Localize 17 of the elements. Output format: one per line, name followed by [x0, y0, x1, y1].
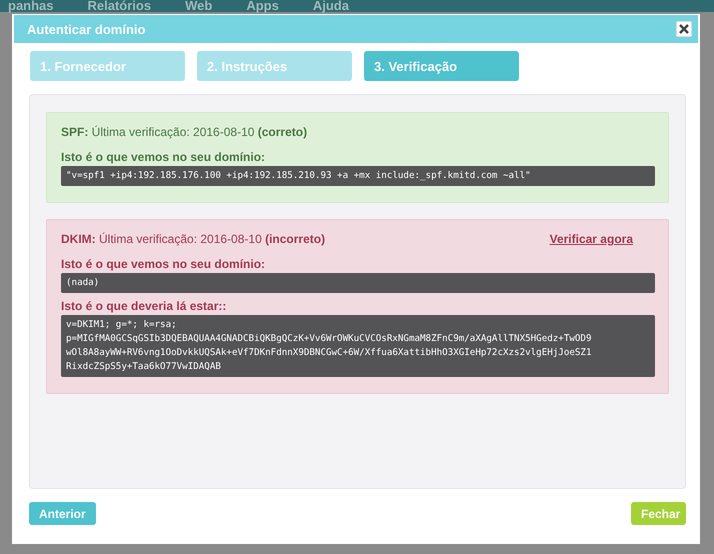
- record-status: SPF: Última verificação: 2016-08-10 (correto): [61, 125, 308, 139]
- verify-link[interactable]: Verificar agora: [550, 232, 633, 246]
- record-label: Isto é o que vemos no seu domínio:: [61, 257, 266, 271]
- close-icon: [679, 24, 689, 34]
- dialog-title: Autenticar domínio: [27, 22, 146, 36]
- code-block: v=DKIM1; g=*; k=rsa; p=MIGfMA0GCSqGSIb3DQEBAQUAA4GNADCBiQKBgQCzK+Vv6WrOWKuCVCOsRxNGmaM8ZFnC9m/aXAgAllTNX5HGedz+TwOD9 wOl8A8ayWW+RV6vng1OoDvkkUQSAk+eVf7DKnFdnnX9DBNCGwC+6W/Xffua6XattibHhO3XGIeHp72cXzs2vlgEHjJoeSZ1 RixdcZSpS5y+Taa6kO77VwIDAQAB: [61, 315, 655, 377]
- back-button[interactable]: Anterior: [29, 502, 96, 525]
- record-label: Isto é o que deveria lá estar::: [61, 299, 228, 313]
- step-tab[interactable]: 2. Instruções: [197, 51, 352, 81]
- close-dialog-button[interactable]: Fechar: [631, 502, 686, 525]
- record-status: DKIM: Última verificação: 2016-08-10 (incorreto): [61, 232, 326, 246]
- step-tab[interactable]: 3. Verificação: [364, 51, 519, 81]
- close-button[interactable]: [676, 21, 692, 37]
- code-block: "v=spf1 +ip4:192.185.176.100 +ip4:192.185.210.93 +a +mx include:_spf.kmitd.com ~all": [61, 166, 655, 186]
- step-tab[interactable]: 1. Fornecedor: [30, 51, 185, 81]
- record-label: Isto é o que vemos no seu domínio:: [61, 150, 266, 164]
- code-block: (nada): [61, 273, 655, 293]
